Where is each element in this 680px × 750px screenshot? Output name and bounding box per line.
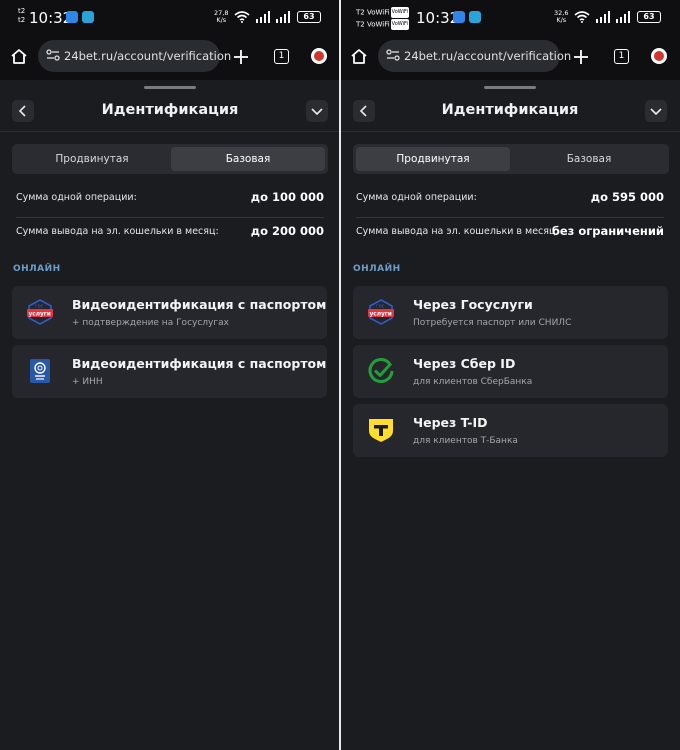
method-card[interactable]: Видеоидентификация с паспортом + ИНН (12, 345, 327, 398)
limit-label: Сумма вывода на эл. кошельки в месяц: (356, 226, 559, 237)
url-text: 24bet.ru/account/verification (64, 49, 232, 63)
limit-row: Сумма одной операции: до 100 000 (16, 182, 324, 212)
right-panel: T2 VoWiFi VoWiFi T2 VoWiFi VoWiFi 10:32 32… (340, 0, 680, 750)
telegram-icon (82, 11, 94, 23)
extension-icon[interactable] (311, 48, 327, 64)
tab-switcher[interactable]: 1 (614, 49, 629, 64)
method-title: Через Сбер ID (413, 356, 516, 371)
gosuslugi-logo-text: услуги (29, 311, 51, 317)
browser-toolbar: 24bet.ru/account/verification 1 (340, 36, 680, 80)
gosuslugi-icon: гос услуги (27, 299, 53, 325)
plus-icon[interactable] (573, 49, 589, 65)
screenshot-pair: t2 t2 10:32 27,8 K/s 63 24bet.ru/account… (0, 0, 680, 750)
messenger-icon (66, 11, 78, 23)
method-subtitle: + подтверждение на Госуслугах (72, 318, 229, 328)
method-card[interactable]: Через Сбер ID для клиентов СберБанка (353, 345, 668, 398)
limit-value: до 200 000 (250, 224, 324, 238)
limit-value: до 100 000 (250, 190, 324, 204)
sheet-header: Идентификация (0, 92, 340, 132)
method-card[interactable]: гос услуги Через Госуслуги Потребуется п… (353, 286, 668, 339)
battery-indicator: 63 (297, 11, 321, 23)
home-icon[interactable] (10, 48, 28, 65)
carrier-label: T2 VoWiFi VoWiFi T2 VoWiFi VoWiFi (356, 7, 409, 30)
method-title: Через T-ID (413, 415, 488, 430)
wifi-icon (574, 11, 590, 23)
gosuslugi-logo-text: услуги (370, 311, 392, 317)
method-subtitle: для клиентов СберБанка (413, 377, 533, 387)
method-subtitle: для клиентов Т-Банка (413, 436, 518, 446)
gosuslugi-icon: гос услуги (368, 299, 394, 325)
drag-handle[interactable] (484, 86, 536, 89)
limit-row: Сумма вывода на эл. кошельки в месяц: бе… (356, 216, 664, 246)
tab-advanced[interactable]: Продвинутая (15, 147, 169, 171)
limit-row: Сумма вывода на эл. кошельки в месяц: до… (16, 216, 324, 246)
passport-icon (30, 359, 50, 383)
page-title: Идентификация (441, 102, 579, 118)
left-panel: t2 t2 10:32 27,8 K/s 63 24bet.ru/account… (0, 0, 340, 750)
method-subtitle: + ИНН (72, 377, 103, 387)
plus-icon[interactable] (233, 49, 249, 65)
status-bar: t2 t2 10:32 27,8 K/s 63 (0, 0, 340, 36)
method-title: Видеоидентификация с паспортом (72, 297, 327, 312)
tab-basic[interactable]: Базовая (512, 147, 666, 171)
verification-sheet: Идентификация Продвинутая Базовая Сумма … (0, 80, 340, 750)
method-title: Через Госуслуги (413, 297, 533, 312)
chevron-down-icon (650, 108, 662, 116)
section-label: ОНЛАЙН (353, 264, 401, 274)
extension-icon[interactable] (651, 48, 667, 64)
network-speed: 32,6 K/s (554, 9, 569, 24)
tab-switcher[interactable]: 1 (274, 49, 289, 64)
limit-value: до 595 000 (590, 190, 664, 204)
method-subtitle: Потребуется паспорт или СНИЛС (413, 318, 572, 328)
tune-icon[interactable] (386, 49, 400, 61)
screenshot-divider (339, 0, 341, 750)
drag-handle[interactable] (144, 86, 196, 89)
collapse-button[interactable] (645, 100, 667, 122)
url-text: 24bet.ru/account/verification (404, 49, 572, 63)
section-label: ОНЛАЙН (13, 264, 61, 274)
limit-value: без ограничений (551, 224, 664, 238)
address-bar[interactable]: 24bet.ru/account/verification (378, 40, 571, 72)
tab-advanced[interactable]: Продвинутая (356, 147, 510, 171)
signal-icon (596, 11, 610, 23)
chevron-down-icon (311, 108, 323, 116)
method-card[interactable]: гос услуги Видеоидентификация с паспорто… (12, 286, 327, 339)
sheet-header: Идентификация (340, 92, 680, 132)
gosuslugi-logo-small: гос (35, 304, 44, 310)
verification-sheet: Идентификация Продвинутая Базовая Сумма … (340, 80, 680, 750)
signal-icon-2 (276, 11, 290, 23)
limit-row: Сумма одной операции: до 595 000 (356, 182, 664, 212)
limit-label: Сумма одной операции: (16, 192, 137, 203)
method-card[interactable]: Через T-ID для клиентов Т-Банка (353, 404, 668, 457)
signal-icon (256, 11, 270, 23)
signal-icon-2 (616, 11, 630, 23)
messenger-icon (453, 11, 465, 23)
tab-basic[interactable]: Базовая (171, 147, 325, 171)
limit-label: Сумма одной операции: (356, 192, 477, 203)
carrier-label: t2 t2 (18, 7, 26, 24)
collapse-button[interactable] (306, 100, 328, 122)
home-icon[interactable] (350, 48, 368, 65)
page-title: Идентификация (101, 102, 239, 118)
battery-indicator: 63 (637, 11, 661, 23)
level-switcher: Продвинутая Базовая (12, 144, 328, 174)
gosuslugi-logo-small: гос (376, 304, 385, 310)
tune-icon[interactable] (46, 49, 60, 61)
level-switcher: Продвинутая Базовая (353, 144, 669, 174)
sber-icon (368, 358, 394, 383)
wifi-icon (234, 11, 250, 23)
telegram-icon (469, 11, 481, 23)
limit-label: Сумма вывода на эл. кошельки в месяц: (16, 226, 219, 237)
status-bar: T2 VoWiFi VoWiFi T2 VoWiFi VoWiFi 10:32 32… (340, 0, 680, 36)
method-title: Видеоидентификация с паспортом (72, 356, 327, 371)
network-speed: 27,8 K/s (214, 9, 229, 24)
tbank-icon (369, 419, 393, 442)
address-bar[interactable]: 24bet.ru/account/verification (38, 40, 231, 72)
browser-toolbar: 24bet.ru/account/verification 1 (0, 36, 340, 80)
